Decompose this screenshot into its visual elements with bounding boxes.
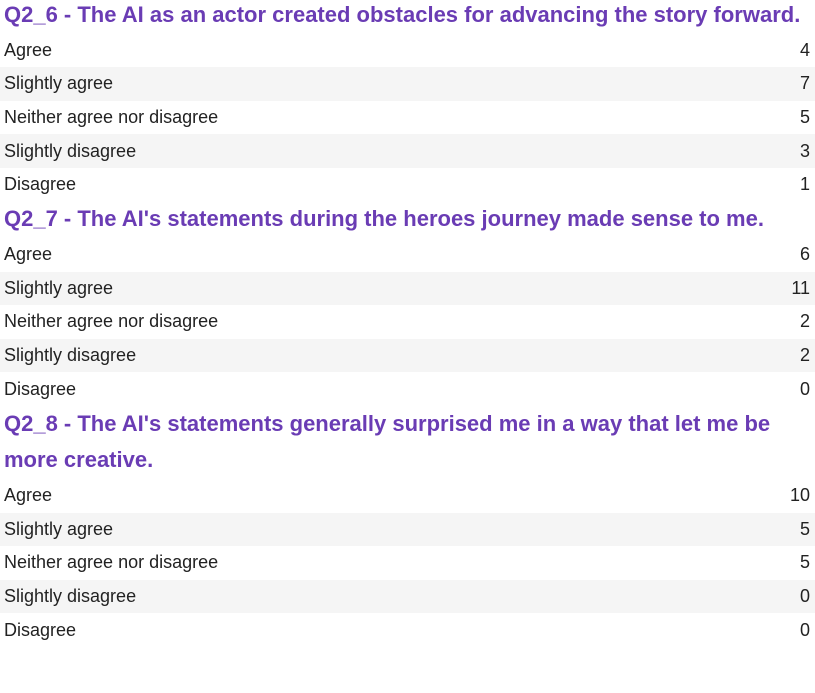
response-label: Slightly disagree [4,586,137,607]
response-count: 6 [799,244,810,265]
response-label: Disagree [4,378,77,399]
table-row: Slightly disagree 2 [0,338,815,373]
response-count: 11 [791,277,810,298]
response-table: Agree 6 Slightly agree 11 Neither agree … [0,238,815,406]
response-count: 10 [789,485,810,506]
response-count: 5 [799,518,810,539]
question-block: Q2_8 - The AI's statements generally sur… [0,406,815,647]
response-label: Disagree [4,619,77,640]
response-label: Agree [4,39,53,60]
table-row: Slightly agree 7 [0,67,815,101]
response-count: 2 [799,345,810,366]
response-count: 0 [799,586,810,607]
response-label: Neither agree nor disagree [4,552,219,573]
response-count: 1 [799,174,810,195]
table-row: Agree 10 [0,479,815,513]
response-table: Agree 10 Slightly agree 5 Neither agree … [0,479,815,647]
question-block: Q2_7 - The AI's statements during the he… [0,201,815,405]
question-title: Q2_8 - The AI's statements generally sur… [4,410,771,473]
response-count: 5 [799,106,810,127]
question-title: Q2_7 - The AI's statements during the he… [4,206,764,232]
question-block: Q2_6 - The AI as an actor created obstac… [0,0,815,201]
response-count: 4 [799,39,810,60]
response-count: 2 [799,311,810,332]
response-label: Slightly disagree [4,140,137,161]
table-row: Agree 4 [0,34,815,68]
table-row: Neither agree nor disagree 2 [0,305,815,339]
survey-results: Q2_6 - The AI as an actor created obstac… [0,0,815,647]
response-label: Disagree [4,174,77,195]
table-row: Slightly agree 11 [0,271,815,306]
response-count: 3 [799,140,810,161]
table-row: Disagree 1 [0,168,815,202]
response-count: 7 [799,73,810,94]
response-label: Slightly agree [4,518,114,539]
response-label: Agree [4,485,53,506]
response-count: 5 [799,552,810,573]
response-count: 0 [799,619,810,640]
response-label: Slightly agree [4,277,114,298]
table-row: Slightly agree 5 [0,512,815,547]
response-label: Agree [4,244,53,265]
table-row: Disagree 0 [0,372,815,406]
table-row: Neither agree nor disagree 5 [0,546,815,580]
table-row: Slightly disagree 3 [0,134,815,168]
response-label: Neither agree nor disagree [4,311,219,332]
response-table: Agree 4 Slightly agree 7 Neither agree n… [0,34,815,202]
response-label: Slightly disagree [4,345,137,366]
response-label: Slightly agree [4,73,114,94]
table-row: Disagree 0 [0,613,815,647]
table-row: Neither agree nor disagree 5 [0,101,815,135]
response-count: 0 [799,378,810,399]
response-label: Neither agree nor disagree [4,106,219,127]
question-title: Q2_6 - The AI as an actor created obstac… [4,2,801,27]
table-row: Agree 6 [0,238,815,272]
table-row: Slightly disagree 0 [0,579,815,614]
